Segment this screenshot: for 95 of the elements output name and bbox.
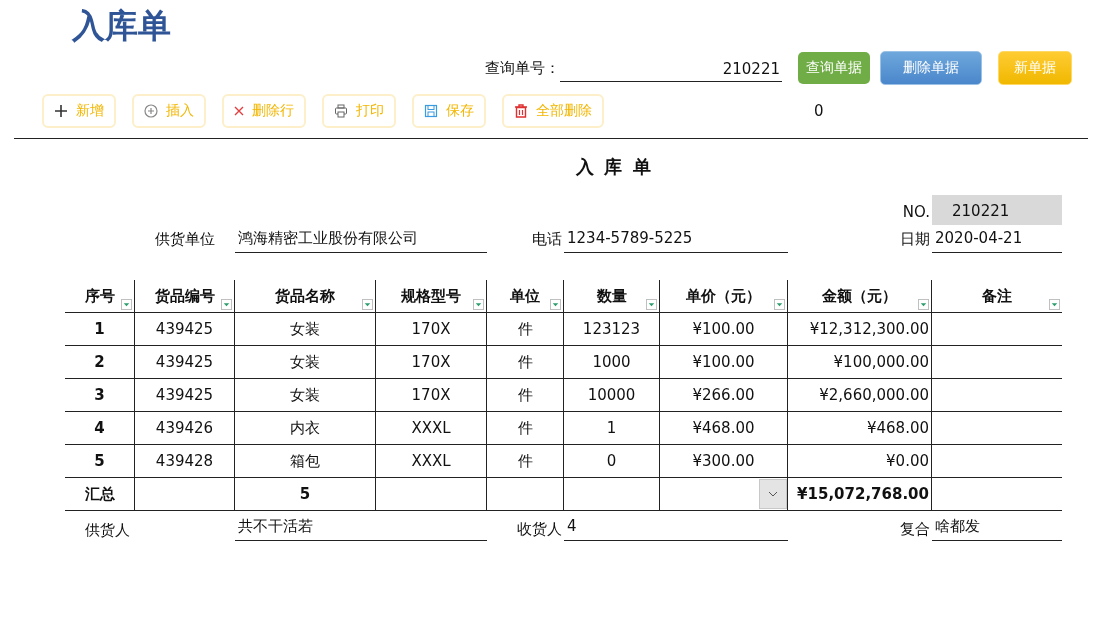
filter-dropdown-icon[interactable]: [1049, 299, 1060, 310]
toolbar-button[interactable]: 打印: [322, 94, 396, 128]
table-cell: 件: [487, 379, 564, 412]
table-cell: 2: [65, 346, 135, 379]
filter-dropdown-icon[interactable]: [473, 299, 484, 310]
total-count: 5: [235, 478, 376, 511]
table-cell: ¥12,312,300.00: [788, 313, 932, 346]
supplier-signature-value: 共不干活若: [235, 513, 487, 541]
trash-icon: [514, 104, 528, 118]
table-cell: 件: [487, 412, 564, 445]
table-cell: 内衣: [235, 412, 376, 445]
table-cell: ¥100,000.00: [788, 346, 932, 379]
table-cell: 女装: [235, 379, 376, 412]
table-cell: 女装: [235, 313, 376, 346]
supplier-value: 鸿海精密工业股份有限公司: [235, 225, 487, 253]
column-header: 单价（元）: [660, 280, 788, 313]
table-cell: 439425: [135, 346, 235, 379]
table-cell: 女装: [235, 346, 376, 379]
plus-icon: [54, 104, 68, 118]
table-cell: ¥300.00: [660, 445, 788, 478]
query-number-label: 查询单号：: [485, 58, 560, 78]
close-icon: [234, 106, 244, 116]
column-header: 金额（元）: [788, 280, 932, 313]
table-cell: 10000: [564, 379, 660, 412]
column-header: 备注: [932, 280, 1062, 313]
table-cell: 439425: [135, 313, 235, 346]
receiver-value: 4: [564, 513, 788, 541]
toolbar-button[interactable]: 插入: [132, 94, 206, 128]
table-cell: 1000: [564, 346, 660, 379]
table-cell: 0: [564, 445, 660, 478]
table-cell: 170X: [376, 346, 487, 379]
column-header: 数量: [564, 280, 660, 313]
table-cell: ¥0.00: [788, 445, 932, 478]
table-cell: 123123: [564, 313, 660, 346]
chevron-down-icon: [768, 491, 778, 497]
column-header: 单位: [487, 280, 564, 313]
table-cell: ¥266.00: [660, 379, 788, 412]
number-label: NO.: [901, 203, 931, 223]
date-label: 日期: [899, 230, 931, 250]
filter-dropdown-icon[interactable]: [918, 299, 929, 310]
supplier-signature-label: 供货人: [84, 520, 131, 541]
total-label: 汇总: [65, 478, 135, 511]
phone-label: 电话: [531, 230, 563, 250]
checker-label: 复合: [899, 520, 931, 540]
page-title: 入库单: [72, 5, 171, 47]
table-cell: 4: [65, 412, 135, 445]
column-header: 序号: [65, 280, 135, 313]
action-button[interactable]: 查询单据: [798, 52, 870, 84]
form-title: 入 库 单: [576, 156, 653, 177]
date-value: 2020-04-21: [932, 225, 1062, 253]
action-button[interactable]: 新单据: [998, 51, 1072, 85]
filter-dropdown-icon[interactable]: [774, 299, 785, 310]
table-cell: 439426: [135, 412, 235, 445]
action-button[interactable]: 删除单据: [880, 51, 982, 85]
filter-dropdown-icon[interactable]: [221, 299, 232, 310]
table-cell: 3: [65, 379, 135, 412]
table-cell: 件: [487, 313, 564, 346]
counter-value: 0: [814, 102, 824, 120]
table-cell: 439425: [135, 379, 235, 412]
filter-dropdown-icon[interactable]: [646, 299, 657, 310]
table-cell: 件: [487, 346, 564, 379]
total-amount: ¥15,072,768.00: [788, 478, 932, 511]
checker-value: 啥都发: [932, 513, 1062, 541]
supplier-label: 供货单位: [154, 230, 216, 250]
table-cell: ¥100.00: [660, 313, 788, 346]
column-header: 货品编号: [135, 280, 235, 313]
table-cell: 439428: [135, 445, 235, 478]
filter-dropdown-icon[interactable]: [362, 299, 373, 310]
table-cell: 170X: [376, 313, 487, 346]
table-cell: 170X: [376, 379, 487, 412]
toolbar-button[interactable]: 新增: [42, 94, 116, 128]
table-cell: ¥2,660,000.00: [788, 379, 932, 412]
printer-icon: [334, 104, 348, 118]
table-cell: 箱包: [235, 445, 376, 478]
table-cell: ¥100.00: [660, 346, 788, 379]
table-cell: 1: [65, 313, 135, 346]
query-number-field[interactable]: 210221: [560, 54, 782, 82]
circle-plus-icon: [144, 104, 158, 118]
table-cell: 1: [564, 412, 660, 445]
table-cell: 件: [487, 445, 564, 478]
number-value: 210221: [932, 195, 1062, 225]
table-cell: ¥468.00: [788, 412, 932, 445]
table-cell: ¥468.00: [660, 412, 788, 445]
toolbar-button[interactable]: 删除行: [222, 94, 306, 128]
filter-dropdown-icon[interactable]: [121, 299, 132, 310]
table-cell: XXXL: [376, 445, 487, 478]
phone-value: 1234-5789-5225: [564, 225, 788, 253]
toolbar-button[interactable]: 保存: [412, 94, 486, 128]
table-cell: XXXL: [376, 412, 487, 445]
column-header: 规格型号: [376, 280, 487, 313]
table-cell: 5: [65, 445, 135, 478]
filter-dropdown-icon[interactable]: [550, 299, 561, 310]
receiver-label: 收货人: [516, 520, 563, 540]
column-header: 货品名称: [235, 280, 376, 313]
toolbar-button[interactable]: 全部删除: [502, 94, 604, 128]
